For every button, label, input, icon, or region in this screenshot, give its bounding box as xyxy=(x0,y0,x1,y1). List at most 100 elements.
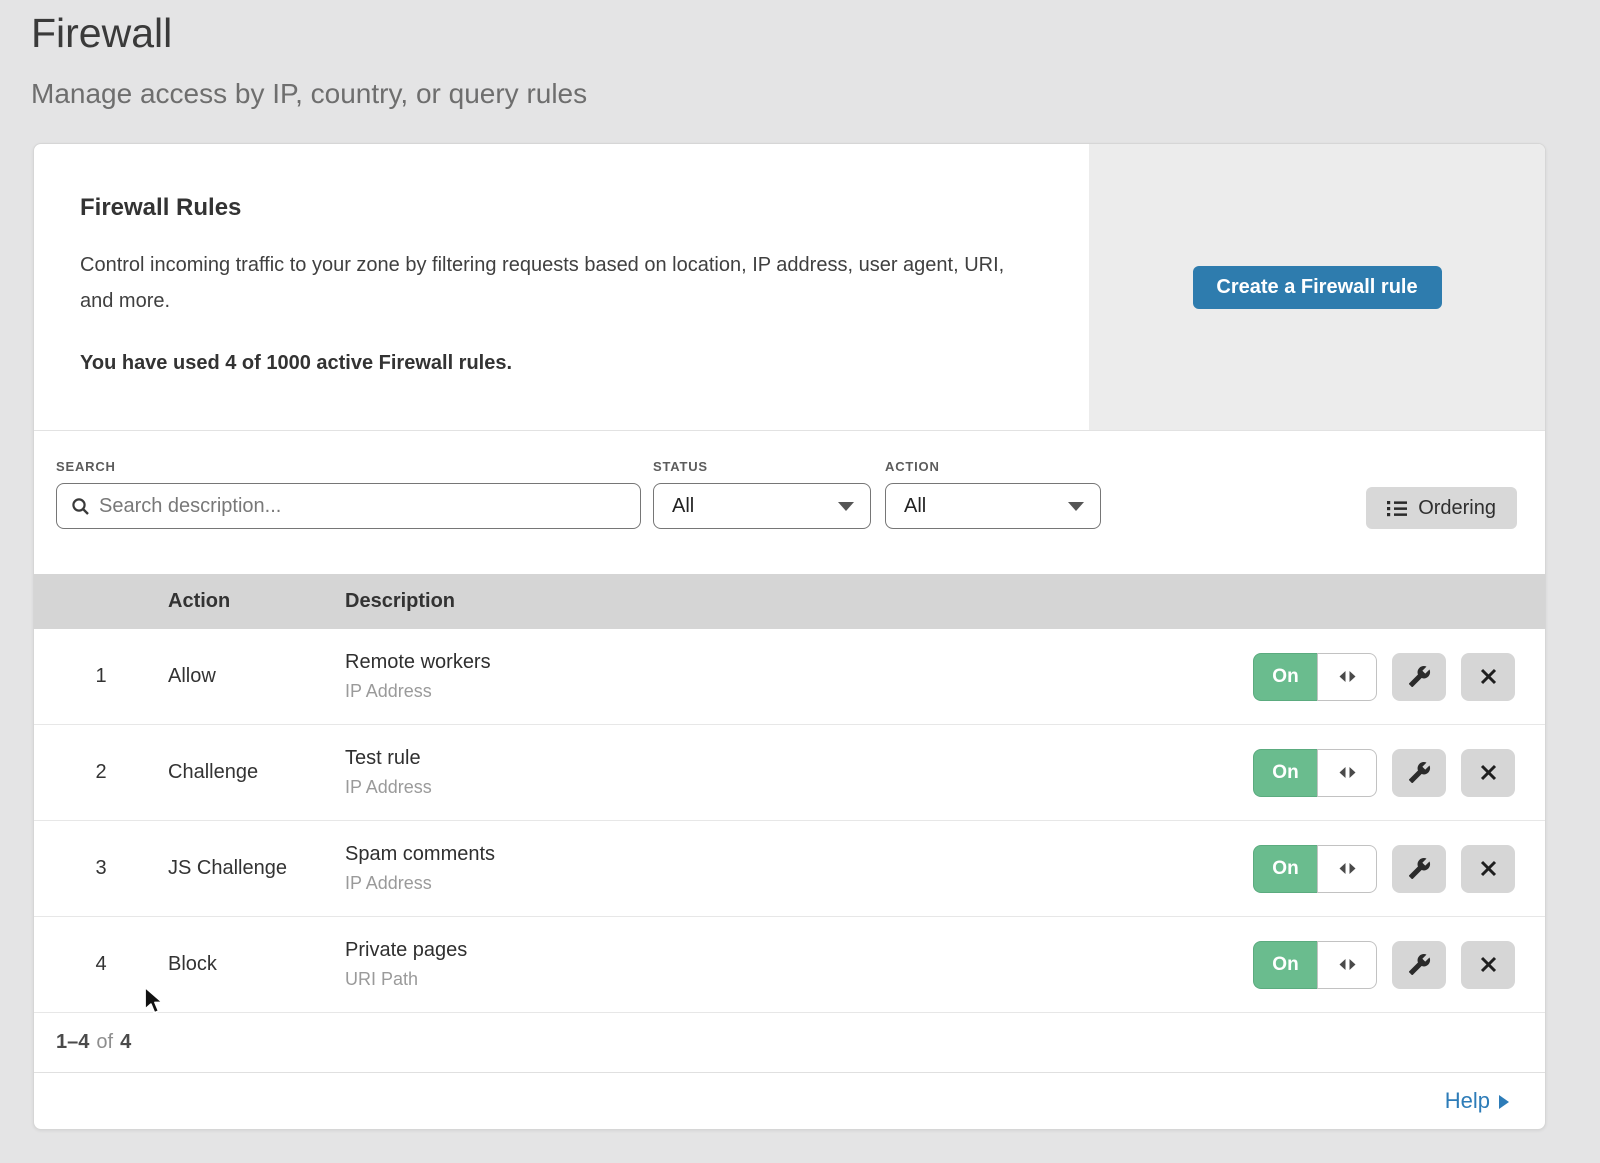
rule-description-cell: Private pages URI Path xyxy=(345,939,1245,990)
status-filter-group: STATUS All xyxy=(653,459,871,529)
chevron-down-icon xyxy=(1068,502,1084,511)
rule-enabled-toggle[interactable]: On xyxy=(1253,653,1377,701)
rule-action: JS Challenge xyxy=(168,857,345,880)
rule-enabled-toggle[interactable]: On xyxy=(1253,941,1377,989)
table-row: 3 JS Challenge Spam comments IP Address … xyxy=(34,821,1545,917)
search-icon xyxy=(71,497,90,516)
table-row: 1 Allow Remote workers IP Address On xyxy=(34,629,1545,725)
edit-rule-button[interactable] xyxy=(1392,845,1446,893)
card-title: Firewall Rules xyxy=(80,194,1049,222)
help-link[interactable]: Help xyxy=(1445,1088,1509,1114)
card-usage-text: You have used 4 of 1000 active Firewall … xyxy=(80,352,1049,375)
toggle-handle[interactable] xyxy=(1317,749,1377,797)
pagination-range: 1–4 xyxy=(56,1031,89,1054)
toggle-handle[interactable] xyxy=(1317,653,1377,701)
intro-card-text: Firewall Rules Control incoming traffic … xyxy=(34,144,1089,430)
edit-rule-button[interactable] xyxy=(1392,653,1446,701)
rule-match-type: IP Address xyxy=(345,777,1245,798)
toggle-on-label[interactable]: On xyxy=(1253,941,1317,989)
close-icon xyxy=(1480,668,1497,685)
rule-description-cell: Test rule IP Address xyxy=(345,747,1245,798)
ordering-list-icon xyxy=(1387,500,1407,517)
delete-rule-button[interactable] xyxy=(1461,749,1515,797)
wrench-icon xyxy=(1408,665,1431,688)
status-select[interactable]: All xyxy=(653,483,871,529)
edit-rule-button[interactable] xyxy=(1392,749,1446,797)
rule-action: Block xyxy=(168,953,345,976)
help-arrow-icon xyxy=(1499,1095,1509,1109)
close-icon xyxy=(1480,956,1497,973)
chevron-down-icon xyxy=(838,502,854,511)
action-select[interactable]: All xyxy=(885,483,1101,529)
rule-priority: 1 xyxy=(34,665,168,688)
pagination-of: of xyxy=(96,1031,113,1054)
action-column-header: Action xyxy=(168,590,345,613)
search-filter-group: SEARCH xyxy=(56,459,641,529)
rule-description: Spam comments xyxy=(345,843,1245,866)
pagination-bar: 1–4 of 4 xyxy=(34,1013,1545,1073)
description-column-header: Description xyxy=(345,590,1245,613)
rule-priority: 4 xyxy=(34,953,168,976)
rule-match-type: URI Path xyxy=(345,969,1245,990)
toggle-on-label[interactable]: On xyxy=(1253,653,1317,701)
table-header: Action Description xyxy=(34,574,1545,629)
filters-bar: SEARCH STATUS All ACTION xyxy=(34,431,1545,574)
action-label: ACTION xyxy=(885,459,1101,474)
rule-enabled-toggle[interactable]: On xyxy=(1253,749,1377,797)
rule-controls: On xyxy=(1245,653,1545,701)
toggle-handle[interactable] xyxy=(1317,845,1377,893)
delete-rule-button[interactable] xyxy=(1461,845,1515,893)
delete-rule-button[interactable] xyxy=(1461,941,1515,989)
left-right-arrows-icon xyxy=(1338,862,1357,875)
help-row: Help xyxy=(34,1073,1545,1129)
search-label: SEARCH xyxy=(56,459,641,474)
pagination-total: 4 xyxy=(120,1031,131,1054)
left-right-arrows-icon xyxy=(1338,670,1357,683)
toggle-on-label[interactable]: On xyxy=(1253,749,1317,797)
left-right-arrows-icon xyxy=(1338,958,1357,971)
rule-match-type: IP Address xyxy=(345,873,1245,894)
toggle-on-label[interactable]: On xyxy=(1253,845,1317,893)
rule-action: Challenge xyxy=(168,761,345,784)
close-icon xyxy=(1480,860,1497,877)
intro-card-side: Create a Firewall rule xyxy=(1089,144,1545,430)
ordering-button[interactable]: Ordering xyxy=(1366,487,1517,529)
rule-action: Allow xyxy=(168,665,345,688)
edit-rule-button[interactable] xyxy=(1392,941,1446,989)
close-icon xyxy=(1480,764,1497,781)
rule-match-type: IP Address xyxy=(345,681,1245,702)
wrench-icon xyxy=(1408,857,1431,880)
firewall-page: Firewall Manage access by IP, country, o… xyxy=(0,0,1600,1163)
wrench-icon xyxy=(1408,761,1431,784)
rule-description: Private pages xyxy=(345,939,1245,962)
action-filter-group: ACTION All xyxy=(885,459,1101,529)
page-subtitle: Manage access by IP, country, or query r… xyxy=(31,78,1600,110)
rule-controls: On xyxy=(1245,749,1545,797)
help-link-label: Help xyxy=(1445,1088,1490,1114)
page-title: Firewall xyxy=(31,8,1600,59)
ordering-button-label: Ordering xyxy=(1418,497,1496,520)
rule-controls: On xyxy=(1245,845,1545,893)
wrench-icon xyxy=(1408,953,1431,976)
rule-description: Remote workers xyxy=(345,651,1245,674)
left-right-arrows-icon xyxy=(1338,766,1357,779)
rule-description-cell: Spam comments IP Address xyxy=(345,843,1245,894)
rule-priority: 3 xyxy=(34,857,168,880)
table-row: 4 Block Private pages URI Path On xyxy=(34,917,1545,1013)
card-description: Control incoming traffic to your zone by… xyxy=(80,247,1025,319)
status-label: STATUS xyxy=(653,459,871,474)
rule-enabled-toggle[interactable]: On xyxy=(1253,845,1377,893)
action-selected-value: All xyxy=(904,495,926,518)
page-header: Firewall Manage access by IP, country, o… xyxy=(0,0,1600,110)
create-firewall-rule-button[interactable]: Create a Firewall rule xyxy=(1193,266,1442,309)
rule-description: Test rule xyxy=(345,747,1245,770)
rule-controls: On xyxy=(1245,941,1545,989)
search-input[interactable] xyxy=(99,495,626,518)
table-row: 2 Challenge Test rule IP Address On xyxy=(34,725,1545,821)
delete-rule-button[interactable] xyxy=(1461,653,1515,701)
rule-description-cell: Remote workers IP Address xyxy=(345,651,1245,702)
toggle-handle[interactable] xyxy=(1317,941,1377,989)
rule-priority: 2 xyxy=(34,761,168,784)
status-selected-value: All xyxy=(672,495,694,518)
search-box[interactable] xyxy=(56,483,641,529)
